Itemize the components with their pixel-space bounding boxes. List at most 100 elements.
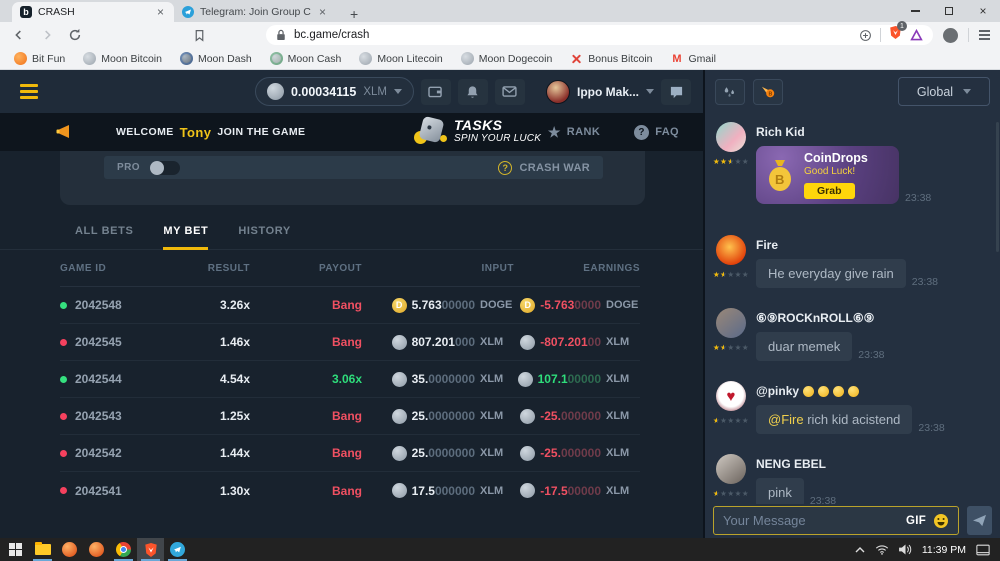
bookmark-moondash[interactable]: Moon Dash	[180, 52, 252, 65]
input-amount: 5.76300000DOGE	[362, 298, 514, 313]
grab-button[interactable]: Grab	[804, 183, 855, 199]
send-button[interactable]	[967, 506, 992, 535]
user-rating: ★★★★★★★★★★	[713, 344, 749, 352]
telegram-favicon	[182, 6, 194, 18]
triangle-extension-icon[interactable]	[910, 29, 923, 42]
minimize-button[interactable]	[898, 0, 932, 22]
chat-scrollbar[interactable]	[996, 122, 999, 252]
tasks-title: TASKS	[454, 117, 541, 133]
back-icon[interactable]	[10, 26, 28, 44]
game-id: 2042543	[75, 409, 122, 423]
bookmark-mooncash[interactable]: Moon Cash	[270, 52, 342, 65]
volume-icon[interactable]	[899, 544, 912, 555]
result: 3.26x	[190, 298, 250, 312]
tab-history[interactable]: HISTORY	[238, 225, 291, 249]
chat-header: B Global	[705, 70, 1000, 113]
browser-menu-icon[interactable]	[979, 30, 990, 40]
emoji-picker-icon[interactable]	[933, 513, 949, 529]
new-tab-button[interactable]: +	[344, 6, 364, 22]
bookmark-moondogecoin[interactable]: Moon Dogecoin	[461, 52, 553, 65]
maximize-button[interactable]	[932, 0, 966, 22]
rank-link[interactable]: ★RANK	[548, 125, 600, 140]
tab-my-bet[interactable]: MY BET	[163, 225, 208, 249]
bookmark-bonusbitcoin[interactable]: Bonus Bitcoin	[570, 52, 652, 65]
brave-button[interactable]	[137, 538, 164, 561]
tab-telegram[interactable]: Telegram: Join Group Chat ×	[174, 2, 336, 22]
reload-icon[interactable]	[66, 26, 84, 44]
crash-war-link[interactable]: ?CRASH WAR	[498, 161, 590, 175]
moneybag-icon: B	[764, 157, 796, 193]
balance-value: 0.00034115	[291, 85, 356, 99]
fireball-button[interactable]: B	[753, 79, 783, 105]
doge-coin-icon	[392, 298, 407, 313]
close-tab-icon[interactable]: ×	[317, 6, 328, 18]
clock[interactable]: 11:39 PM	[922, 544, 966, 556]
file-explorer-button[interactable]	[29, 538, 56, 561]
rain-button[interactable]	[715, 79, 745, 105]
bookmark-gmail[interactable]: Gmail	[671, 52, 716, 65]
close-tab-icon[interactable]: ×	[155, 6, 166, 18]
avatar	[716, 454, 746, 484]
table-row[interactable]: 2042542 1.44x Bang 25.0000000XLM -25.000…	[60, 435, 640, 472]
emoji-icon	[818, 386, 829, 397]
dice-icon	[418, 117, 445, 144]
action-center-icon[interactable]	[976, 544, 990, 556]
table-row[interactable]: 2042543 1.25x Bang 25.0000000XLM -25.000…	[60, 398, 640, 435]
chat-username: NENG EBEL	[756, 457, 990, 471]
result: 1.25x	[190, 409, 250, 423]
result: 1.46x	[190, 335, 250, 349]
app-button[interactable]	[56, 538, 83, 561]
payout: Bang	[250, 335, 362, 349]
app-button[interactable]	[83, 538, 110, 561]
balance-selector[interactable]: 0.00034115 XLM	[255, 77, 414, 106]
chat-message: ★★★★★★★★★★ Fire He everyday give rain 23…	[715, 235, 990, 288]
chevron-down-icon	[394, 89, 402, 94]
table-row[interactable]: 2042544 4.54x 3.06x 35.0000000XLM 107.10…	[60, 361, 640, 398]
tasks-link[interactable]: TASKS SPIN YOUR LUCK	[418, 117, 541, 144]
pro-toggle[interactable]	[150, 161, 180, 175]
profile-menu[interactable]: Ippo Mak...	[546, 80, 654, 104]
bookmark-icon[interactable]	[190, 26, 208, 44]
table-row[interactable]: 2042548 3.26x Bang 5.76300000DOGE -5.763…	[60, 287, 640, 324]
chat-username: Fire	[756, 238, 990, 252]
svg-text:B: B	[775, 172, 784, 187]
input-amount: 35.0000000XLM	[362, 372, 514, 387]
gmail-icon	[671, 52, 684, 65]
avatar	[546, 80, 570, 104]
table-row[interactable]: 2042545 1.46x Bang 807.201000XLM -807.20…	[60, 324, 640, 361]
tray-expand-icon[interactable]	[855, 547, 865, 553]
avatar	[716, 235, 746, 265]
bookmark-bitfun[interactable]: Bit Fun	[14, 52, 65, 65]
tab-crash[interactable]: b CRASH ×	[12, 2, 174, 22]
forward-icon[interactable]	[38, 26, 56, 44]
table-row[interactable]: 2042541 1.30x Bang 17.5000000XLM -17.500…	[60, 472, 640, 509]
chat-toggle-button[interactable]	[661, 79, 691, 105]
emoji-icon	[803, 386, 814, 397]
menu-icon[interactable]	[16, 80, 42, 103]
address-bar[interactable]: bc.game/crash 1	[266, 25, 933, 45]
xlm-coin-icon	[520, 446, 535, 461]
tab-all-bets[interactable]: ALL BETS	[75, 225, 133, 249]
start-button[interactable]	[2, 538, 29, 561]
mail-button[interactable]	[495, 79, 525, 105]
brave-shield-icon[interactable]: 1	[889, 25, 902, 45]
gif-button[interactable]: GIF	[906, 515, 926, 527]
notifications-button[interactable]	[458, 79, 488, 105]
wallet-button[interactable]	[421, 79, 451, 105]
mention: @Fire	[768, 412, 804, 427]
xlm-coin-icon	[520, 483, 535, 498]
qr-target-icon[interactable]	[859, 29, 872, 42]
close-window-button[interactable]: ×	[966, 0, 1000, 22]
chrome-button[interactable]	[110, 538, 137, 561]
faq-link[interactable]: ?FAQ	[634, 125, 679, 140]
app-icon	[89, 542, 104, 557]
bookmark-favicon	[270, 52, 283, 65]
telegram-button[interactable]	[164, 538, 191, 561]
bookmark-moonlitecoin[interactable]: Moon Litecoin	[359, 52, 442, 65]
bookmark-moonbitcoin[interactable]: Moon Bitcoin	[83, 52, 162, 65]
wifi-icon[interactable]	[875, 544, 889, 555]
browser-profile-icon[interactable]	[943, 28, 958, 43]
chat-channel-select[interactable]: Global	[898, 77, 990, 106]
message-input[interactable]	[723, 513, 899, 528]
xlm-coin-icon	[520, 409, 535, 424]
